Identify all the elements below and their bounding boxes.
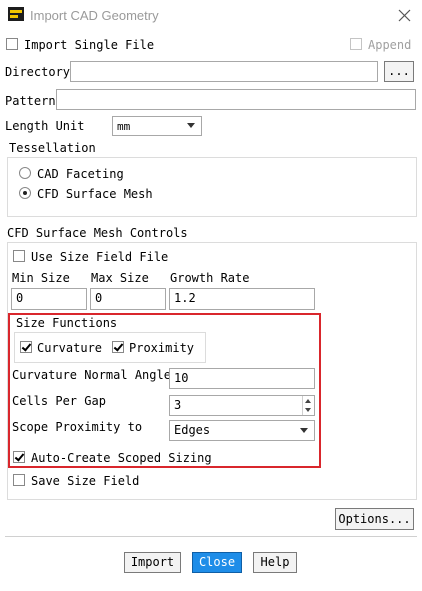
import-single-file-label[interactable]: Import Single File	[24, 38, 154, 52]
cells-per-gap-label: Cells Per Gap	[12, 394, 106, 408]
curvature-normal-angle-label: Curvature Normal Angle	[12, 368, 171, 382]
length-unit-select[interactable]: mm	[112, 116, 202, 136]
tessellation-title: Tessellation	[9, 141, 96, 155]
import-button[interactable]: Import	[124, 552, 181, 573]
use-size-field-file-checkbox[interactable]	[13, 250, 25, 262]
window-title: Import CAD Geometry	[30, 8, 159, 23]
spinner-up-icon[interactable]	[305, 399, 311, 403]
pattern-input[interactable]	[56, 89, 416, 110]
save-size-field-label[interactable]: Save Size Field	[31, 474, 139, 488]
ansys-fluent-icon	[8, 7, 24, 21]
cfd-surface-mesh-label[interactable]: CFD Surface Mesh	[37, 187, 153, 201]
cad-faceting-label[interactable]: CAD Faceting	[37, 167, 124, 181]
curvature-checkbox[interactable]	[20, 341, 32, 353]
proximity-checkbox[interactable]	[112, 341, 124, 353]
chevron-down-icon	[187, 123, 195, 128]
auto-create-scoped-sizing-checkbox[interactable]	[13, 451, 25, 463]
spinner-down-icon[interactable]	[305, 408, 311, 412]
cells-per-gap-spinner[interactable]: 3	[169, 395, 315, 416]
use-size-field-file-label[interactable]: Use Size Field File	[31, 250, 168, 264]
divider	[5, 536, 417, 537]
pattern-label: Pattern	[5, 94, 56, 108]
chevron-down-icon	[300, 428, 308, 433]
length-unit-value: mm	[117, 120, 131, 133]
close-button[interactable]: Close	[192, 552, 242, 573]
cfd-controls-title: CFD Surface Mesh Controls	[7, 226, 188, 240]
min-size-input[interactable]: 0	[11, 288, 87, 310]
auto-create-scoped-sizing-label[interactable]: Auto-Create Scoped Sizing	[31, 451, 212, 465]
max-size-label: Max Size	[91, 271, 149, 285]
import-single-file-checkbox[interactable]	[6, 38, 18, 50]
save-size-field-checkbox[interactable]	[13, 474, 25, 486]
min-size-label: Min Size	[12, 271, 70, 285]
append-checkbox[interactable]	[350, 38, 362, 50]
cfd-surface-mesh-radio[interactable]	[19, 187, 31, 199]
growth-rate-input[interactable]: 1.2	[169, 288, 315, 310]
scope-proximity-to-label: Scope Proximity to	[12, 420, 143, 434]
scope-proximity-to-value: Edges	[174, 423, 211, 437]
browse-button[interactable]: ...	[384, 61, 414, 82]
spinner-arrows[interactable]	[302, 396, 314, 415]
cells-per-gap-value: 3	[174, 398, 182, 412]
append-label: Append	[368, 38, 412, 52]
length-unit-label: Length Unit	[5, 119, 85, 133]
max-size-input[interactable]: 0	[90, 288, 166, 310]
options-button[interactable]: Options...	[335, 508, 414, 530]
cad-faceting-radio[interactable]	[19, 167, 31, 179]
directory-label: Directory	[5, 65, 71, 79]
directory-input[interactable]	[70, 61, 378, 82]
curvature-normal-angle-input[interactable]: 10	[169, 368, 315, 389]
scope-proximity-to-select[interactable]: Edges	[169, 420, 315, 441]
help-button[interactable]: Help	[253, 552, 297, 573]
curvature-label[interactable]: Curvature	[37, 341, 102, 355]
size-functions-title: Size Functions	[16, 316, 118, 330]
title-bar: Import CAD Geometry	[0, 0, 422, 31]
growth-rate-label: Growth Rate	[170, 271, 250, 285]
close-icon[interactable]	[398, 9, 411, 22]
proximity-label[interactable]: Proximity	[129, 341, 194, 355]
